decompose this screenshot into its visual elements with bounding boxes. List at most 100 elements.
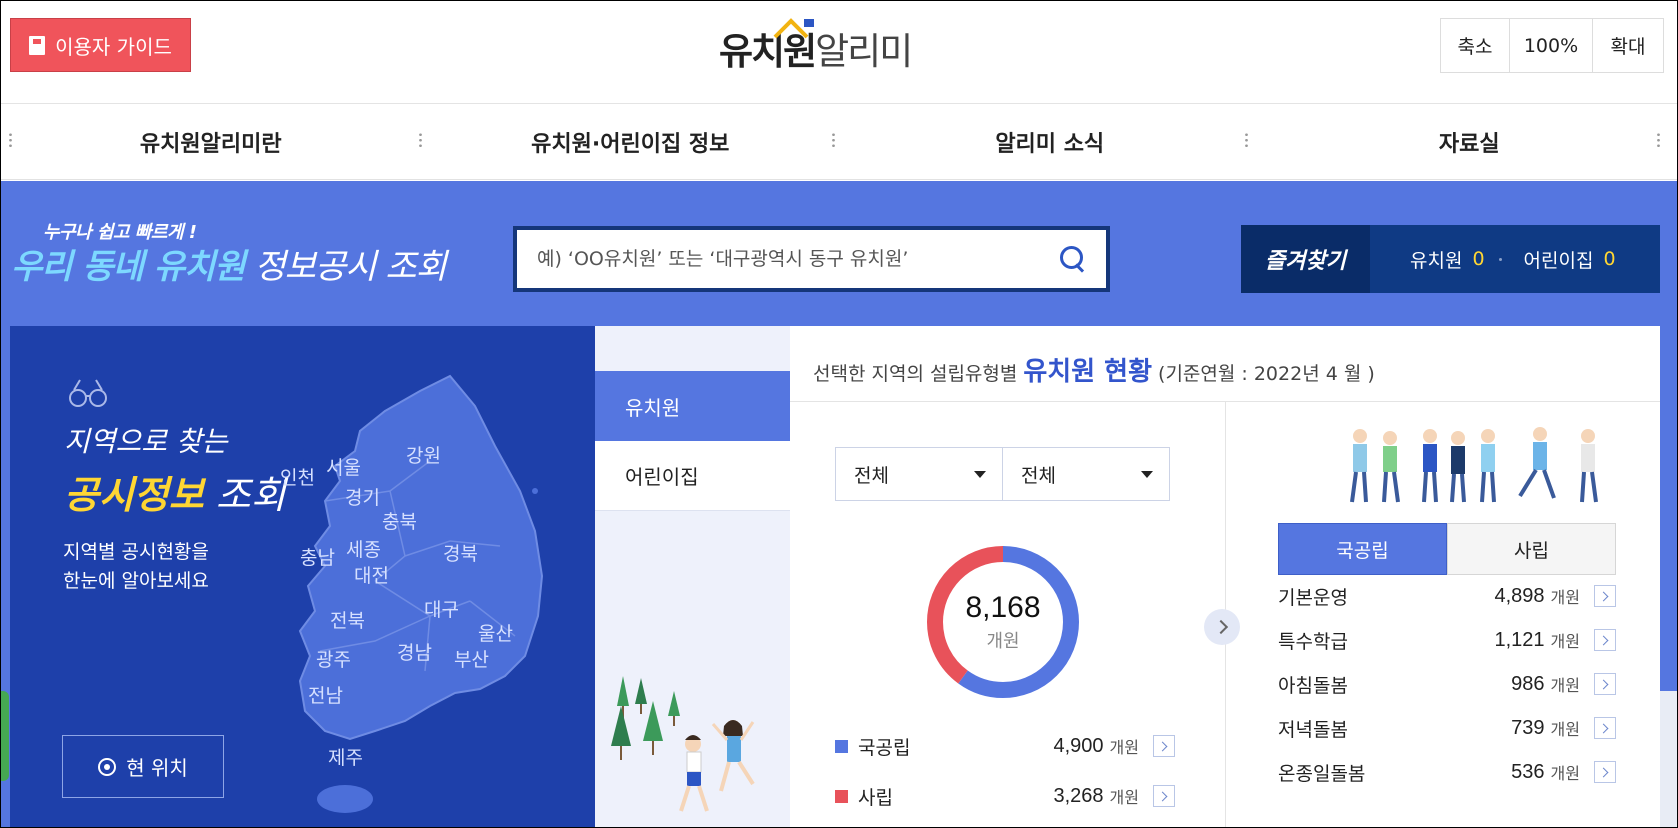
region-select-1-value: 전체	[854, 464, 889, 487]
list-item-more-button[interactable]	[1594, 673, 1616, 695]
site-logo[interactable]: 유치원 알리미	[719, 18, 913, 75]
legend-public-unit: 개원	[1109, 738, 1139, 757]
region-incheon[interactable]: 인천	[280, 463, 315, 490]
list-item-value: 986	[1511, 672, 1545, 695]
list-item-label: 저녁돌봄	[1278, 718, 1348, 741]
facility-tabs: 유치원 어린이집	[595, 326, 790, 827]
donut-total: 8,168	[965, 591, 1041, 624]
region-select-1[interactable]: 전체	[835, 447, 1003, 501]
user-guide-label: 이용자 가이드	[55, 34, 172, 59]
legend-public-value: 4,900	[1053, 734, 1104, 757]
header: 이용자 가이드 유치원 알리미 축소 100% 확대	[1, 1, 1677, 104]
region-title-suffix: 조회	[203, 473, 286, 517]
nav-divider	[832, 132, 835, 148]
legend-public: 국공립 4,900 개원	[835, 731, 1175, 761]
region-ulsan[interactable]: 울산	[478, 619, 513, 646]
favorites-label[interactable]: 즐겨찾기	[1241, 225, 1370, 293]
region-desc-line1: 지역별 공시현황을	[63, 541, 209, 563]
region-daejeon[interactable]: 대전	[354, 561, 389, 588]
region-gwangju[interactable]: 광주	[316, 645, 351, 672]
nav-item-info[interactable]: 유치원·어린이집 정보	[421, 105, 841, 179]
region-select-2-value: 전체	[1021, 464, 1056, 487]
nav-item-news[interactable]: 알리미 소식	[840, 105, 1260, 179]
next-arrow-button[interactable]	[1204, 609, 1240, 645]
region-jeonnam[interactable]: 전남	[308, 681, 343, 708]
region-chungbuk[interactable]: 충북	[382, 507, 417, 534]
region-gyeonggi[interactable]: 경기	[345, 483, 380, 510]
stats-title-date: (기준연월 : 2022년 4 월 )	[1158, 363, 1375, 385]
region-title-line2: 공시정보 조회	[64, 464, 286, 519]
korea-map: 인천 서울 강원 경기 충북 충남 세종 대전 경북 대구 전북 울산 경남 부…	[280, 371, 590, 827]
zoom-in-button[interactable]: 확대	[1593, 19, 1663, 72]
list-item-more-button[interactable]	[1594, 585, 1616, 607]
search-icon[interactable]	[1060, 246, 1086, 272]
stats-panel: 선택한 지역의 설립유형별 유치원 현황 (기준연월 : 2022년 4 월 ) 전…	[790, 326, 1660, 827]
legend-public-more-button[interactable]	[1153, 735, 1175, 757]
tab-private[interactable]: 사립	[1447, 523, 1616, 575]
region-select-2[interactable]: 전체	[1002, 447, 1170, 501]
user-guide-button[interactable]: 이용자 가이드	[10, 18, 191, 72]
list-item-unit: 개원	[1550, 588, 1580, 607]
list-item-more-button[interactable]	[1594, 761, 1616, 783]
search-input[interactable]	[537, 248, 1060, 270]
nav-item-archive[interactable]: 자료실	[1260, 105, 1678, 179]
favorites-kindergarten-label: 유치원	[1410, 249, 1463, 272]
list-item-more-button[interactable]	[1594, 629, 1616, 651]
legend-swatch-public	[835, 739, 848, 753]
zoom-level: 100%	[1510, 19, 1593, 72]
children-illustration	[1350, 427, 1598, 503]
establishment-type-tabs: 국공립 사립	[1278, 523, 1616, 575]
favorites-daycare[interactable]: 어린이집 0	[1524, 246, 1616, 273]
legend-private-more-button[interactable]	[1153, 785, 1175, 807]
favorites-daycare-count: 0	[1603, 248, 1616, 270]
list-item-unit: 개원	[1550, 676, 1580, 695]
region-gyeongnam[interactable]: 경남	[397, 638, 432, 665]
list-item-unit: 개원	[1550, 764, 1580, 783]
slogan-highlight: 유치원	[153, 247, 246, 287]
favorites-panel: 즐겨찾기 유치원 0 어린이집 0	[1241, 225, 1660, 293]
favorites-kindergarten[interactable]: 유치원 0	[1410, 246, 1485, 273]
nav-item-about[interactable]: 유치원알리미란	[1, 105, 421, 179]
zoom-out-button[interactable]: 축소	[1441, 19, 1510, 72]
region-daegu[interactable]: 대구	[424, 595, 459, 622]
current-location-button[interactable]: 현 위치	[62, 735, 224, 798]
current-location-label: 현 위치	[126, 756, 188, 780]
region-gyeongbuk[interactable]: 경북	[443, 539, 478, 566]
donut-chart: 8,168 개원	[920, 539, 1086, 705]
region-seoul[interactable]: 서울	[326, 453, 361, 480]
slogan-main: 우리 동네 유치원 정보공시 조회	[11, 239, 447, 288]
list-item-value: 1,121	[1494, 628, 1545, 651]
stats-title: 선택한 지역의 설립유형별 유치원 현황 (기준연월 : 2022년 4 월 )	[813, 351, 1375, 388]
region-gangwon[interactable]: 강원	[406, 441, 441, 468]
list-item: 저녁돌봄 739 개원	[1278, 713, 1616, 743]
caret-down-icon	[974, 470, 986, 478]
tab-kindergarten[interactable]: 유치원	[595, 371, 790, 441]
region-jeonbuk[interactable]: 전북	[330, 606, 365, 633]
zoom-controls: 축소 100% 확대	[1440, 18, 1664, 73]
page: 이용자 가이드 유치원 알리미 축소 100% 확대 유치원알리미란 유치원·어…	[0, 0, 1678, 828]
list-item-label: 아침돌봄	[1278, 674, 1348, 697]
region-search-panel: 지역으로 찾는 공시정보 조회 지역별 공시현황을 한눈에 알아보세요 인천 서…	[10, 326, 595, 827]
list-item-value: 739	[1511, 716, 1545, 739]
tab-public[interactable]: 국공립	[1278, 523, 1447, 575]
favorites-separator	[1498, 257, 1502, 261]
list-item-more-button[interactable]	[1594, 717, 1616, 739]
book-icon	[29, 35, 46, 55]
side-decoration-right	[1660, 691, 1677, 827]
region-jeju[interactable]: 제주	[328, 743, 363, 770]
list-item-label: 온종일돌봄	[1278, 762, 1366, 785]
donut-center: 8,168 개원	[920, 539, 1086, 705]
list-item: 기본운영 4,898 개원	[1278, 581, 1616, 611]
region-busan[interactable]: 부산	[454, 645, 489, 672]
slogan-prefix: 우리 동네	[11, 247, 154, 287]
donut-unit: 개원	[986, 631, 1020, 652]
binoculars-icon	[69, 379, 107, 407]
list-item-unit: 개원	[1550, 720, 1580, 739]
list-item-label: 기본운영	[1278, 586, 1348, 609]
region-chungnam[interactable]: 충남	[300, 543, 335, 570]
list-item-unit: 개원	[1550, 632, 1580, 651]
tab-daycare[interactable]: 어린이집	[595, 441, 790, 511]
region-sejong[interactable]: 세종	[346, 535, 381, 562]
list-item-value: 4,898	[1494, 584, 1545, 607]
legend-public-label: 국공립	[858, 736, 911, 759]
